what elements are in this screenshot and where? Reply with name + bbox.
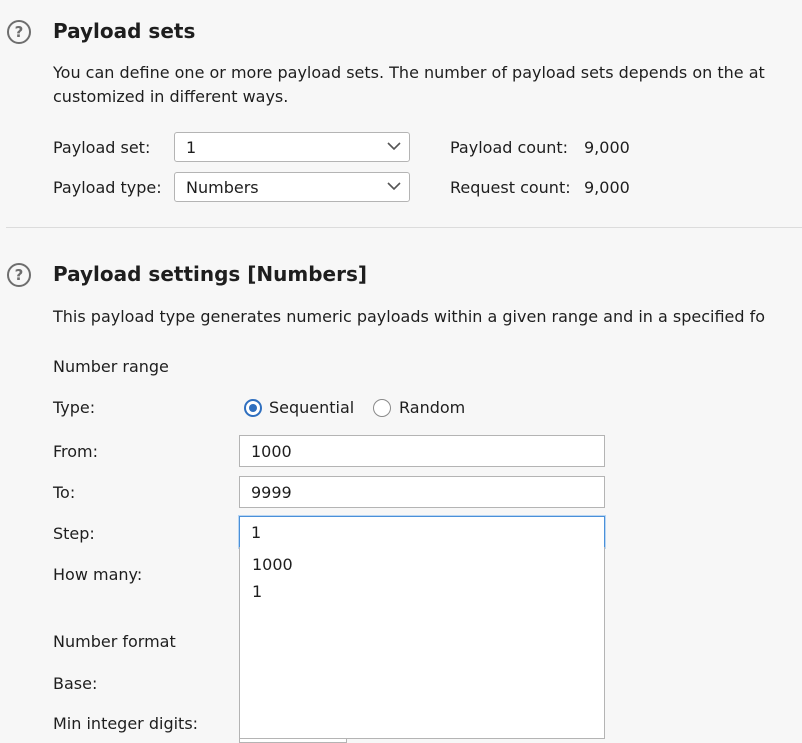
help-glyph: ? [14,266,24,284]
payload-set-select[interactable]: 1 [174,132,410,162]
payload-settings-title: Payload settings [Numbers] [53,262,368,286]
step-input[interactable]: 1 [239,516,605,548]
request-count-label: Request count: [450,178,571,197]
random-radio[interactable] [373,399,391,417]
autocomplete-option[interactable]: 1000 [252,555,293,574]
to-input[interactable]: 9999 [239,476,605,508]
payload-type-value: Numbers [186,178,259,197]
autocomplete-dropdown[interactable]: 1000 1 [239,547,605,739]
step-value: 1 [251,523,262,542]
number-range-heading: Number range [53,357,169,376]
sequential-radio[interactable] [244,399,262,417]
from-label: From: [53,442,99,461]
payload-set-label: Payload set: [53,138,151,157]
to-value: 9999 [251,483,292,502]
min-integer-digits-label: Min integer digits: [53,714,199,733]
type-label: Type: [53,398,96,417]
payload-sets-title: Payload sets [53,19,196,43]
to-label: To: [53,483,76,502]
autocomplete-option[interactable]: 1 [252,582,262,601]
from-value: 1000 [251,442,292,461]
payload-sets-description-line2: customized in different ways. [53,87,289,106]
random-label[interactable]: Random [399,398,465,417]
payload-sets-description-line1: You can define one or more payload sets.… [53,63,765,82]
payload-type-select[interactable]: Numbers [174,172,410,202]
from-input[interactable]: 1000 [239,435,605,467]
number-format-heading: Number format [53,632,176,651]
section-divider [6,227,802,228]
chevron-down-icon [387,142,401,151]
how-many-label: How many: [53,565,143,584]
payload-count-value: 9,000 [584,138,630,157]
payload-set-value: 1 [186,138,197,157]
chevron-down-icon [387,182,401,191]
payload-count-label: Payload count: [450,138,569,157]
base-label: Base: [53,674,98,693]
payload-settings-description: This payload type generates numeric payl… [53,307,766,326]
help-glyph: ? [14,23,24,41]
request-count-value: 9,000 [584,178,630,197]
help-icon[interactable]: ? [7,20,31,44]
sequential-label[interactable]: Sequential [269,398,354,417]
payload-type-label: Payload type: [53,178,162,197]
step-label: Step: [53,524,95,543]
help-icon[interactable]: ? [7,263,31,287]
